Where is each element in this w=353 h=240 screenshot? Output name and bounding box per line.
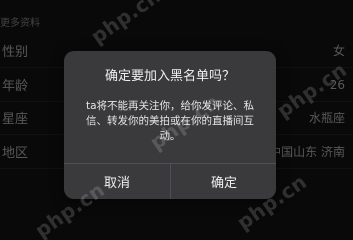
confirm-button[interactable]: 确定 xyxy=(171,164,276,199)
dialog-title: 确定要加入黑名单吗？ xyxy=(104,69,235,84)
screen: 更多资料 性别 女 年龄 26 星座 水瓶座 地区 中国山东 济南 确定要加入黑… xyxy=(0,0,353,240)
cancel-button[interactable]: 取消 xyxy=(64,164,170,199)
dialog-message: ta将不能再关注你，给你发评论、私信、转发你的美拍或在你的直播间互动。 xyxy=(85,100,255,142)
blacklist-confirm-dialog: 确定要加入黑名单吗？ ta将不能再关注你，给你发评论、私信、转发你的美拍或在你的… xyxy=(64,51,276,199)
